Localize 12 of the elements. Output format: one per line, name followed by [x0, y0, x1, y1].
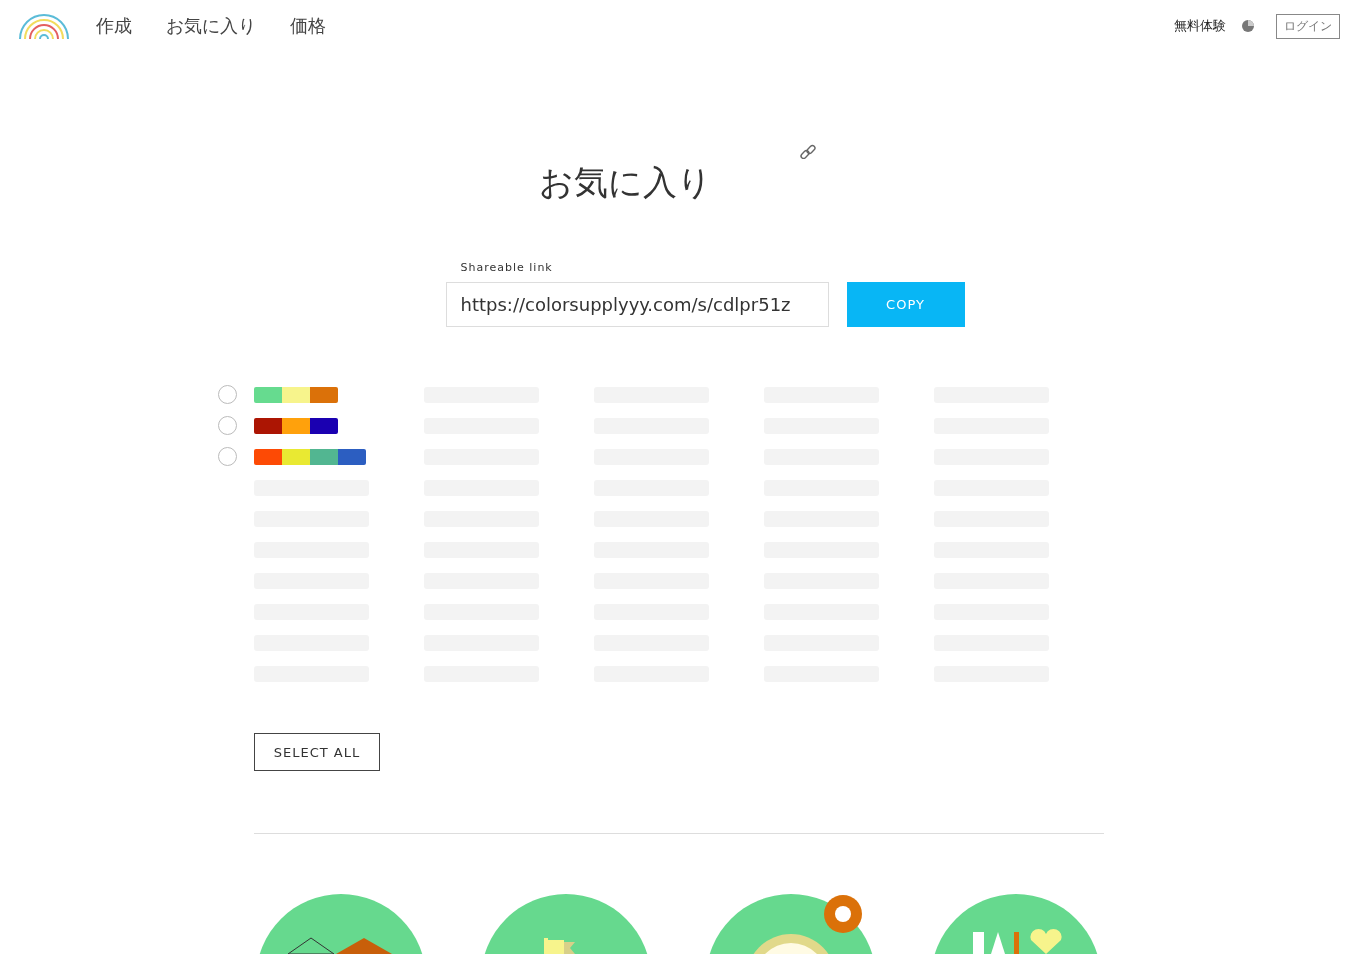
- field-label: Shareable link: [460, 261, 554, 274]
- url-field[interactable]: https://colorsupplyyy.com/s/cdlpr51z: [445, 282, 829, 327]
- link-icon[interactable]: [798, 144, 817, 162]
- pie-icon[interactable]: [1242, 20, 1254, 32]
- nav-link[interactable]: 作成: [96, 14, 132, 38]
- rainbow-logo[interactable]: [18, 12, 70, 40]
- nav-link[interactable]: 価格: [290, 14, 326, 38]
- page-title: お気に入り: [538, 161, 712, 204]
- trial-link[interactable]: 無料体験: [1174, 17, 1226, 35]
- login-button[interactable]: ログイン: [1276, 13, 1340, 39]
- select-all-button[interactable]: SELECT ALL: [254, 733, 380, 771]
- nav-link[interactable]: お気に入り: [166, 14, 256, 38]
